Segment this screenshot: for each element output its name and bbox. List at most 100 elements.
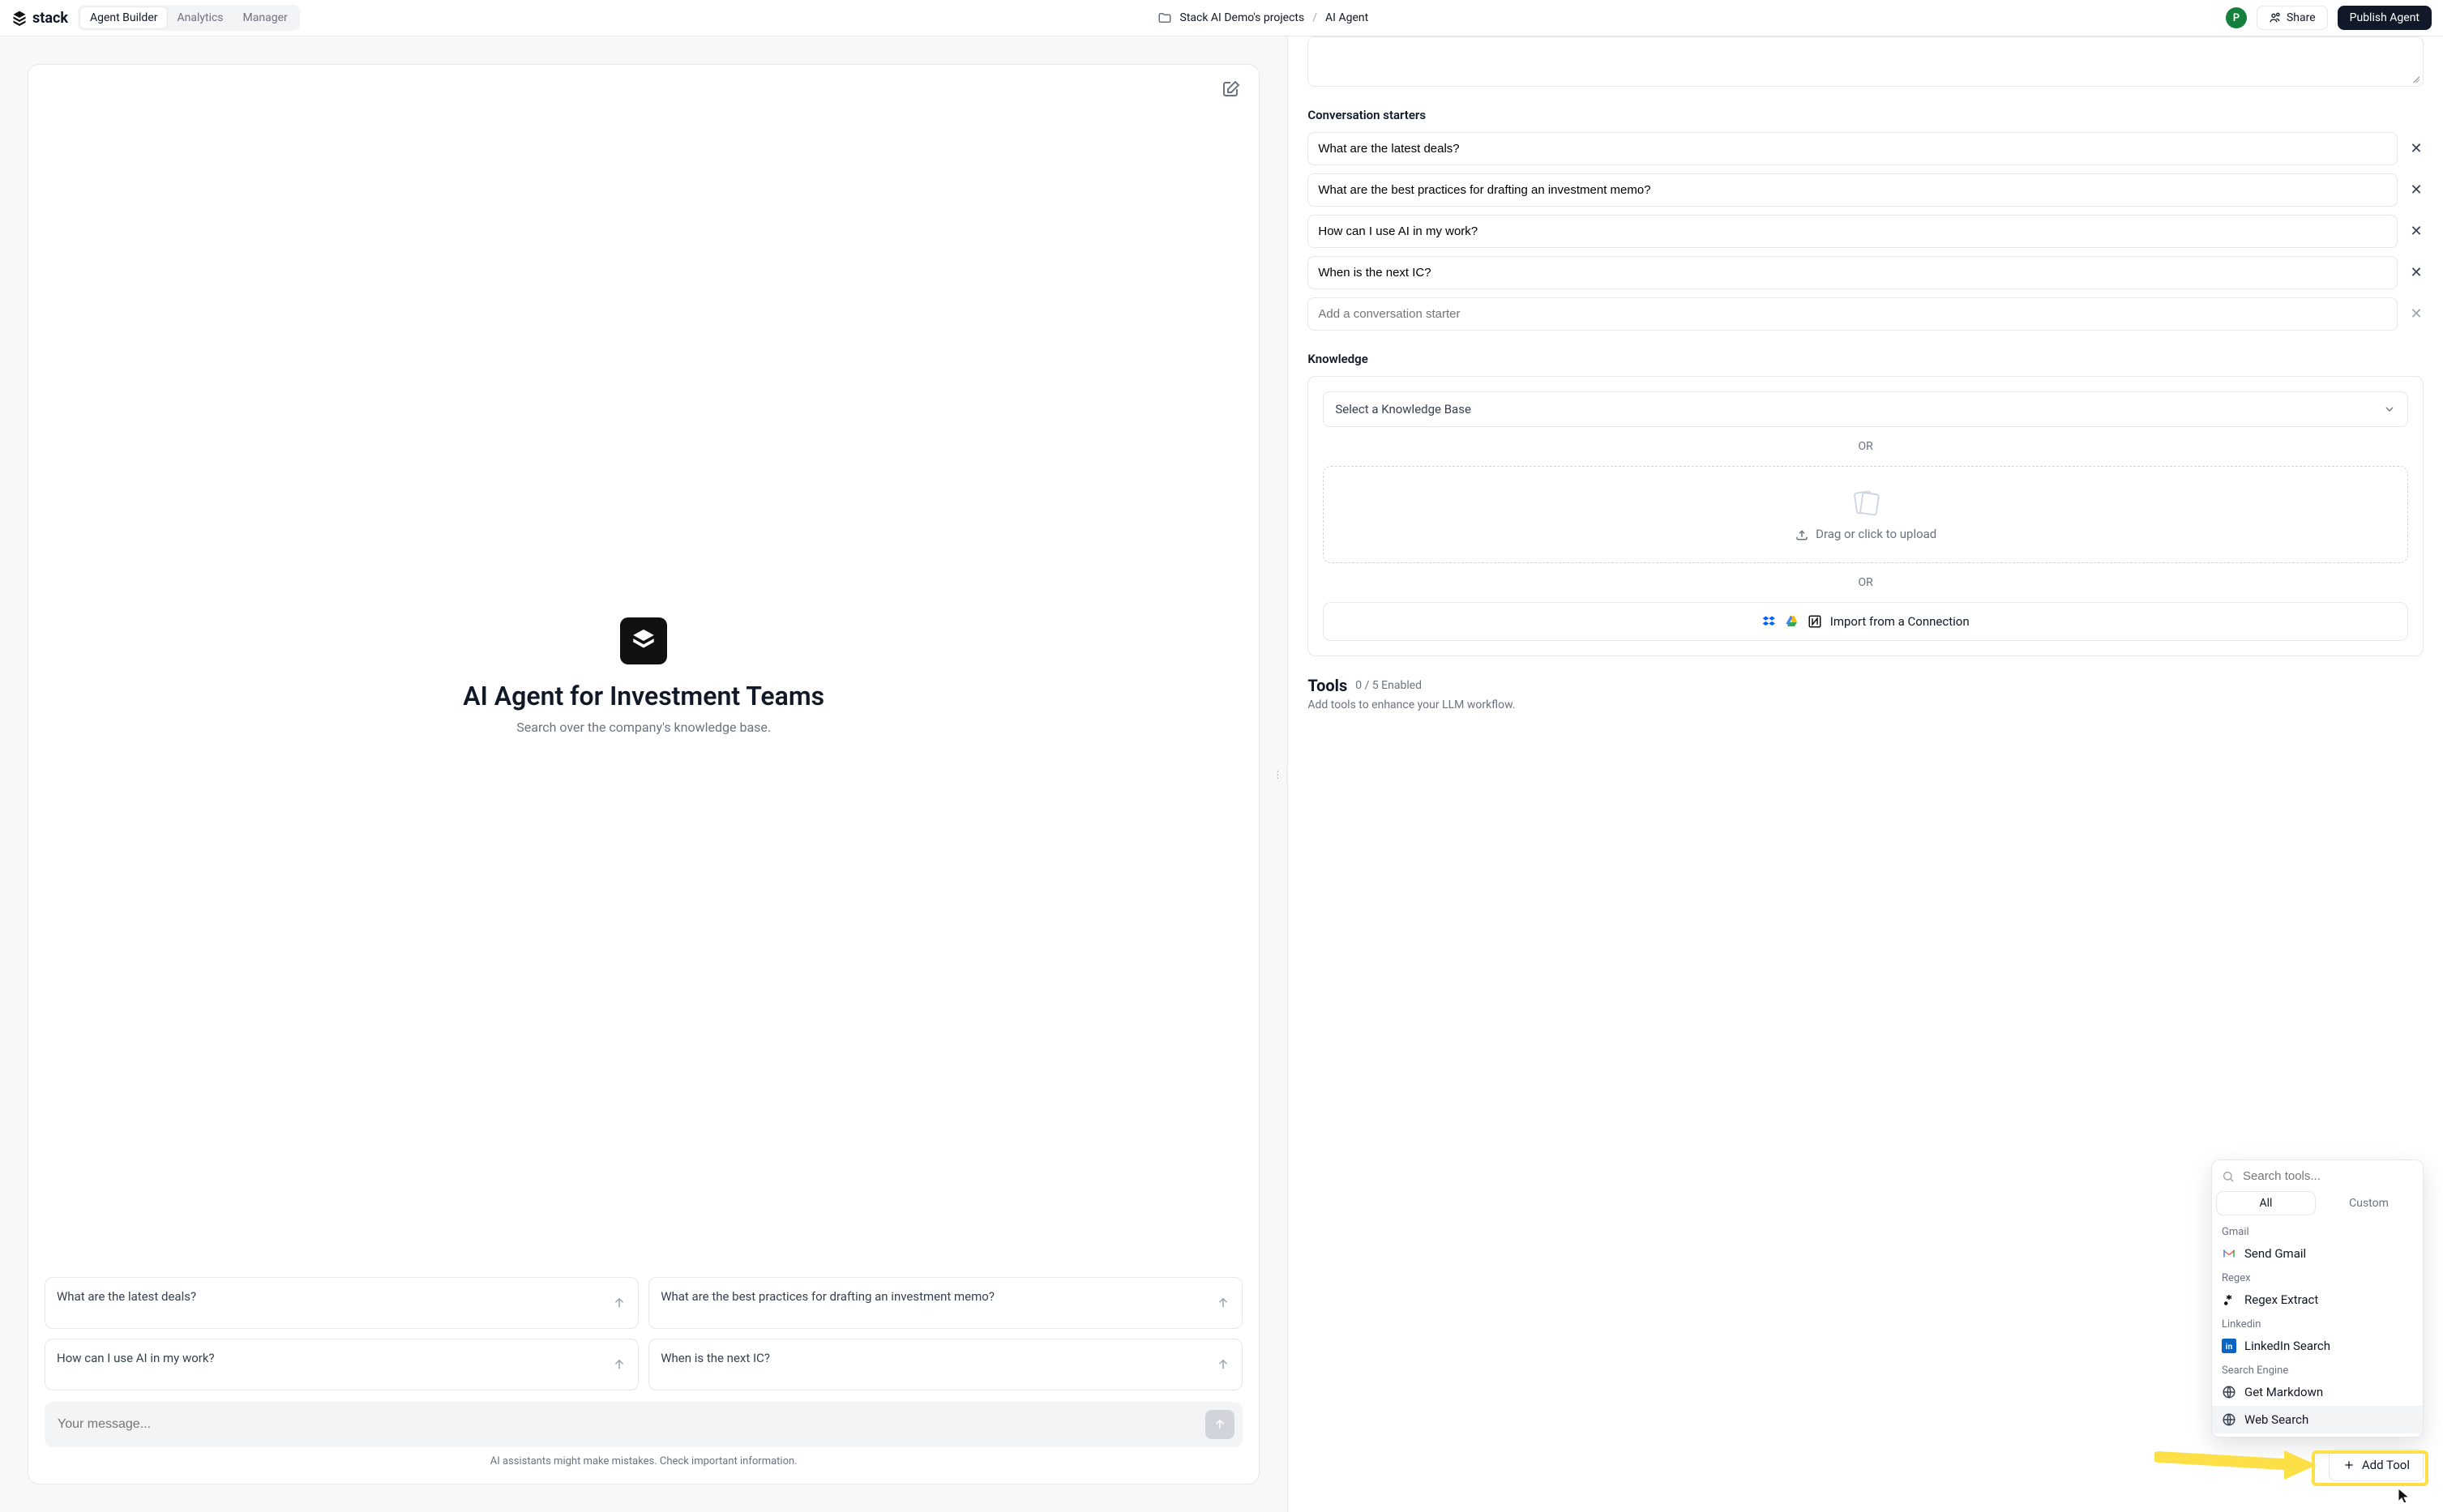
import-label: Import from a Connection	[1830, 614, 1970, 629]
suggestion-text: How can I use AI in my work?	[57, 1351, 215, 1365]
plus-icon	[2342, 1459, 2355, 1471]
tool-group-linkedin: Linkedin	[2212, 1313, 2423, 1332]
disclaimer-text: AI assistants might make mistakes. Check…	[45, 1455, 1243, 1467]
suggestion-text: What are the latest deals?	[57, 1289, 196, 1304]
brand-text: stack	[32, 10, 68, 27]
breadcrumb-separator: /	[1312, 11, 1317, 24]
tool-item-linkedin-search[interactable]: in LinkedIn Search	[2212, 1332, 2423, 1360]
dropbox-icon	[1762, 614, 1777, 629]
starter-remove-1[interactable]: ✕	[2409, 182, 2424, 199]
kb-select-placeholder: Select a Knowledge Base	[1335, 402, 1471, 416]
avatar[interactable]: P	[2226, 7, 2247, 28]
annotation-arrow	[2154, 1442, 2325, 1483]
suggestion-2[interactable]: How can I use AI in my work?	[45, 1339, 639, 1390]
tool-item-send-gmail[interactable]: Send Gmail	[2212, 1240, 2423, 1267]
folder-icon	[1157, 11, 1172, 25]
add-tool-label: Add Tool	[2362, 1458, 2410, 1472]
preview-card: AI Agent for Investment Teams Search ove…	[28, 64, 1260, 1484]
agent-subtitle: Search over the company's knowledge base…	[516, 720, 771, 735]
tools-subtext: Add tools to enhance your LLM workflow.	[1307, 698, 2424, 711]
tool-item-get-markdown[interactable]: Get Markdown	[2212, 1378, 2423, 1406]
arrow-up-icon	[612, 1357, 627, 1372]
tab-manager[interactable]: Manager	[233, 7, 297, 28]
tool-item-label: Get Markdown	[2244, 1385, 2323, 1399]
starter-remove-2[interactable]: ✕	[2409, 223, 2424, 240]
instructions-textarea[interactable]	[1307, 36, 2424, 87]
tool-group-regex: Regex	[2212, 1267, 2423, 1286]
breadcrumb: Stack AI Demo's projects / AI Agent	[1157, 11, 1369, 25]
agent-logo	[620, 617, 667, 664]
tools-heading: Tools	[1307, 676, 1347, 695]
message-input-container	[45, 1402, 1243, 1447]
tab-agent-builder[interactable]: Agent Builder	[80, 7, 168, 28]
or-divider-2: OR	[1323, 576, 2408, 589]
publish-button[interactable]: Publish Agent	[2338, 6, 2432, 30]
starter-remove-new[interactable]: ✕	[2409, 305, 2424, 322]
arrow-up-icon	[1216, 1296, 1230, 1310]
pencil-icon	[1222, 79, 1241, 99]
files-icon	[1848, 488, 1884, 517]
gmail-icon	[2222, 1246, 2236, 1261]
arrow-up-icon	[612, 1296, 627, 1310]
suggestion-0[interactable]: What are the latest deals?	[45, 1277, 639, 1329]
search-icon	[2222, 1170, 2235, 1183]
send-button[interactable]	[1205, 1410, 1234, 1439]
tool-search-input[interactable]	[2241, 1168, 2413, 1184]
stack-logo-icon	[11, 10, 28, 26]
tool-tab-all[interactable]: All	[2217, 1192, 2315, 1215]
brand-logo[interactable]: stack	[11, 10, 68, 27]
knowledge-panel: Select a Knowledge Base OR Drag or click…	[1307, 376, 2424, 656]
starter-input-3[interactable]	[1307, 256, 2398, 289]
tool-item-label: Send Gmail	[2244, 1246, 2306, 1261]
or-divider-1: OR	[1323, 440, 2408, 453]
add-tool-button[interactable]: Add Tool	[2329, 1449, 2424, 1481]
chevron-down-icon	[2383, 403, 2396, 416]
breadcrumb-agent[interactable]: AI Agent	[1325, 11, 1368, 24]
edit-preview-button[interactable]	[1222, 79, 1241, 99]
message-input[interactable]	[56, 1416, 1205, 1433]
upload-icon	[1795, 527, 1809, 541]
arrow-up-icon	[1216, 1357, 1230, 1372]
tool-item-label: Regex Extract	[2244, 1292, 2318, 1307]
starter-input-1[interactable]	[1307, 173, 2398, 207]
suggestion-text: When is the next IC?	[661, 1351, 770, 1365]
tool-item-regex-extract[interactable]: Regex Extract	[2212, 1286, 2423, 1313]
knowledge-label: Knowledge	[1307, 352, 2424, 366]
starter-input-2[interactable]	[1307, 215, 2398, 248]
tool-item-label: Web Search	[2244, 1412, 2308, 1427]
starter-input-0[interactable]	[1307, 132, 2398, 165]
starter-remove-0[interactable]: ✕	[2409, 140, 2424, 157]
globe-icon	[2222, 1385, 2236, 1399]
tool-group-gmail: Gmail	[2212, 1221, 2423, 1240]
share-label: Share	[2287, 11, 2316, 24]
kb-select[interactable]: Select a Knowledge Base	[1323, 391, 2408, 427]
starter-input-new[interactable]	[1307, 297, 2398, 331]
tool-item-web-search[interactable]: Web Search	[2212, 1406, 2423, 1433]
suggestion-3[interactable]: When is the next IC?	[648, 1339, 1243, 1390]
notion-icon	[1808, 614, 1822, 629]
tool-tab-custom[interactable]: Custom	[2320, 1192, 2418, 1215]
globe-icon	[2222, 1412, 2236, 1427]
share-icon	[2269, 11, 2282, 24]
breadcrumb-project[interactable]: Stack AI Demo's projects	[1180, 11, 1305, 24]
regex-icon	[2222, 1292, 2236, 1307]
agent-title: AI Agent for Investment Teams	[463, 681, 824, 711]
upload-dropzone[interactable]: Drag or click to upload	[1323, 466, 2408, 563]
linkedin-icon: in	[2222, 1339, 2236, 1353]
suggestion-1[interactable]: What are the best practices for drafting…	[648, 1277, 1243, 1329]
tool-group-search-engine: Search Engine	[2212, 1360, 2423, 1378]
starter-remove-3[interactable]: ✕	[2409, 264, 2424, 281]
tools-count: 0 / 5 Enabled	[1355, 679, 1422, 692]
arrow-up-icon	[1213, 1417, 1227, 1432]
add-tool-popover: All Custom Gmail Send Gmail Regex Regex Ext…	[2211, 1160, 2424, 1437]
upload-label: Drag or click to upload	[1816, 527, 1936, 541]
top-tab-segment: Agent Builder Analytics Manager	[78, 5, 300, 31]
agent-logo-icon	[630, 627, 657, 655]
share-button[interactable]: Share	[2257, 6, 2328, 30]
cursor-icon	[2398, 1488, 2411, 1504]
import-connection[interactable]: Import from a Connection	[1323, 602, 2408, 641]
tab-analytics[interactable]: Analytics	[167, 7, 233, 28]
tool-item-label: LinkedIn Search	[2244, 1339, 2330, 1353]
starters-label: Conversation starters	[1307, 108, 2424, 122]
svg-text:in: in	[2226, 1343, 2233, 1352]
